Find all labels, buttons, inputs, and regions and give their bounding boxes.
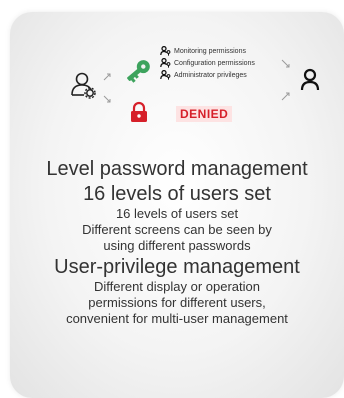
section-line: Different display or operation — [94, 279, 260, 294]
user-key-icon — [160, 46, 171, 56]
arrow-down-right-icon — [103, 95, 111, 103]
user-gear-icon — [71, 72, 96, 99]
denied-badge: DENIED — [176, 106, 233, 122]
section-title: Level password management — [46, 158, 308, 180]
permission-list: Monitoring permissions Configuration per… — [160, 45, 255, 81]
permission-item: Administrator privileges — [160, 69, 255, 81]
arrow-down-right-icon — [281, 59, 290, 68]
permission-label: Administrator privileges — [174, 71, 247, 79]
feature-card: Monitoring permissions Configuration per… — [10, 12, 344, 398]
arrow-up-right-icon — [103, 73, 111, 81]
lock-icon — [131, 101, 147, 122]
section-line: permissions for different users, — [88, 295, 266, 310]
section-line: 16 levels of users set — [115, 206, 239, 221]
key-icon — [127, 60, 150, 83]
section-title: User-privilege management — [54, 256, 300, 278]
feature-text: Level password management 16 levels of u… — [10, 158, 344, 327]
permission-item: Monitoring permissions — [160, 45, 255, 57]
user-key-icon — [160, 58, 171, 68]
section-subtitle: 16 levels of users set — [83, 183, 271, 205]
permission-diagram: Monitoring permissions Configuration per… — [10, 12, 344, 142]
section-line: convenient for multi-user management — [66, 311, 288, 326]
user-icon — [300, 68, 320, 91]
permission-label: Configuration permissions — [174, 59, 255, 67]
arrow-up-right-icon — [281, 92, 290, 101]
permission-item: Configuration permissions — [160, 57, 255, 69]
permission-label: Monitoring permissions — [174, 47, 246, 55]
section-line: Different screens can be seen by — [82, 222, 272, 237]
user-key-icon — [160, 70, 171, 80]
section-line: using different passwords — [103, 238, 251, 253]
